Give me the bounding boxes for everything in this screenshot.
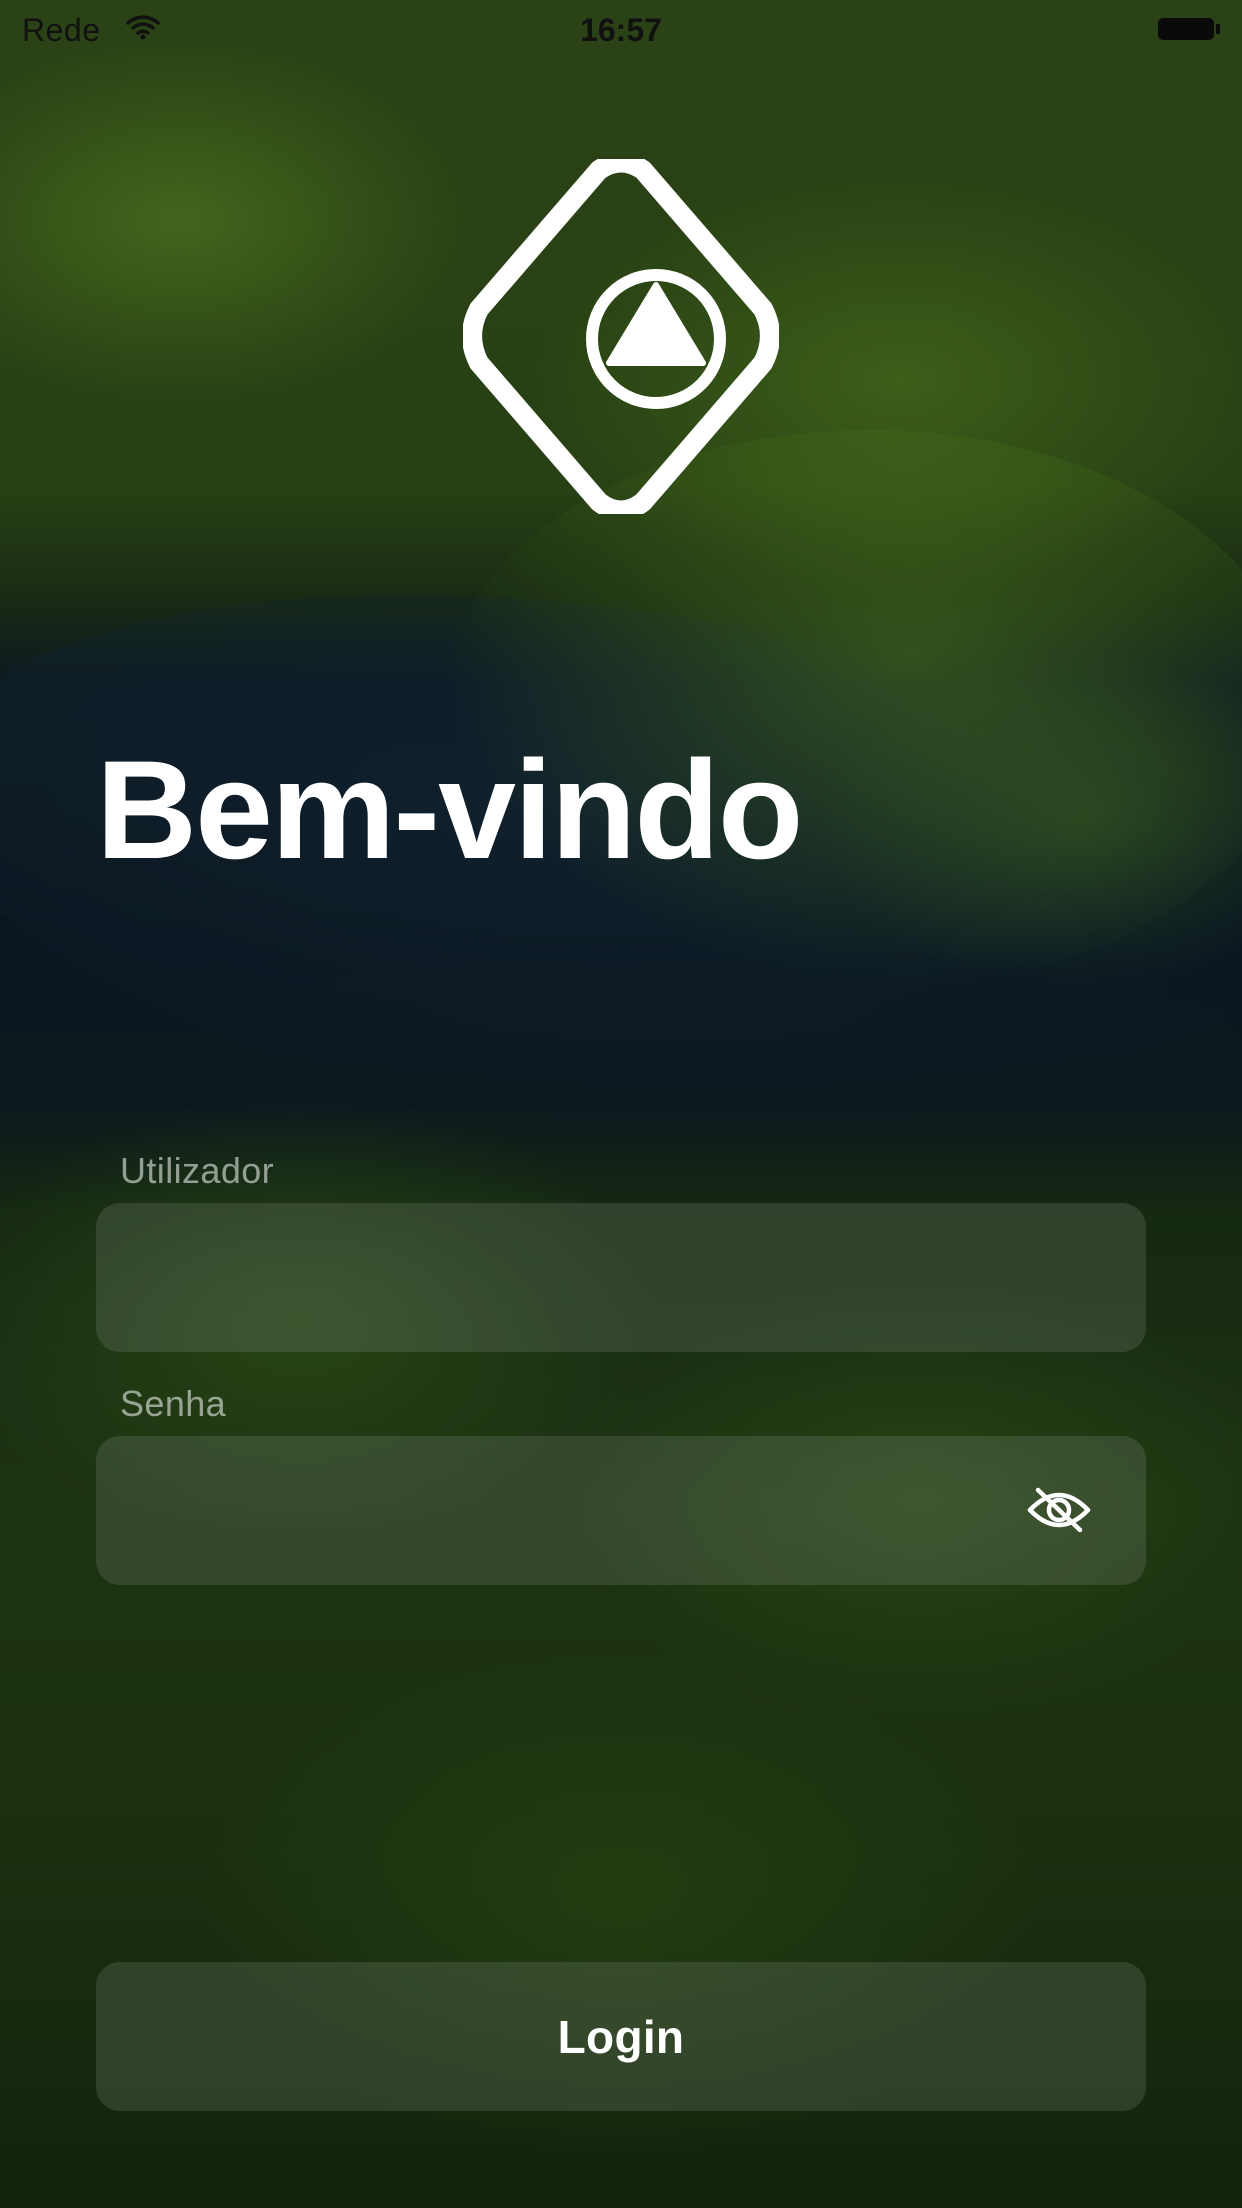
password-input[interactable] xyxy=(96,1436,1146,1585)
eye-slash-icon[interactable] xyxy=(1026,1486,1092,1534)
welcome-title: Bem-vindo xyxy=(96,731,803,888)
login-button[interactable]: Login xyxy=(96,1962,1146,2111)
username-input[interactable] xyxy=(96,1203,1146,1352)
diamond-triangle-logo-icon xyxy=(463,159,779,514)
carrier-name: Rede xyxy=(22,12,101,48)
wifi-icon xyxy=(126,15,160,40)
login-button-label: Login xyxy=(557,2010,685,2063)
status-bar: Rede 16:57 xyxy=(0,0,1242,60)
username-label: Utilizador xyxy=(120,1150,275,1191)
battery-icon xyxy=(1158,18,1220,40)
password-label: Senha xyxy=(120,1383,227,1424)
status-time: 16:57 xyxy=(580,12,662,48)
